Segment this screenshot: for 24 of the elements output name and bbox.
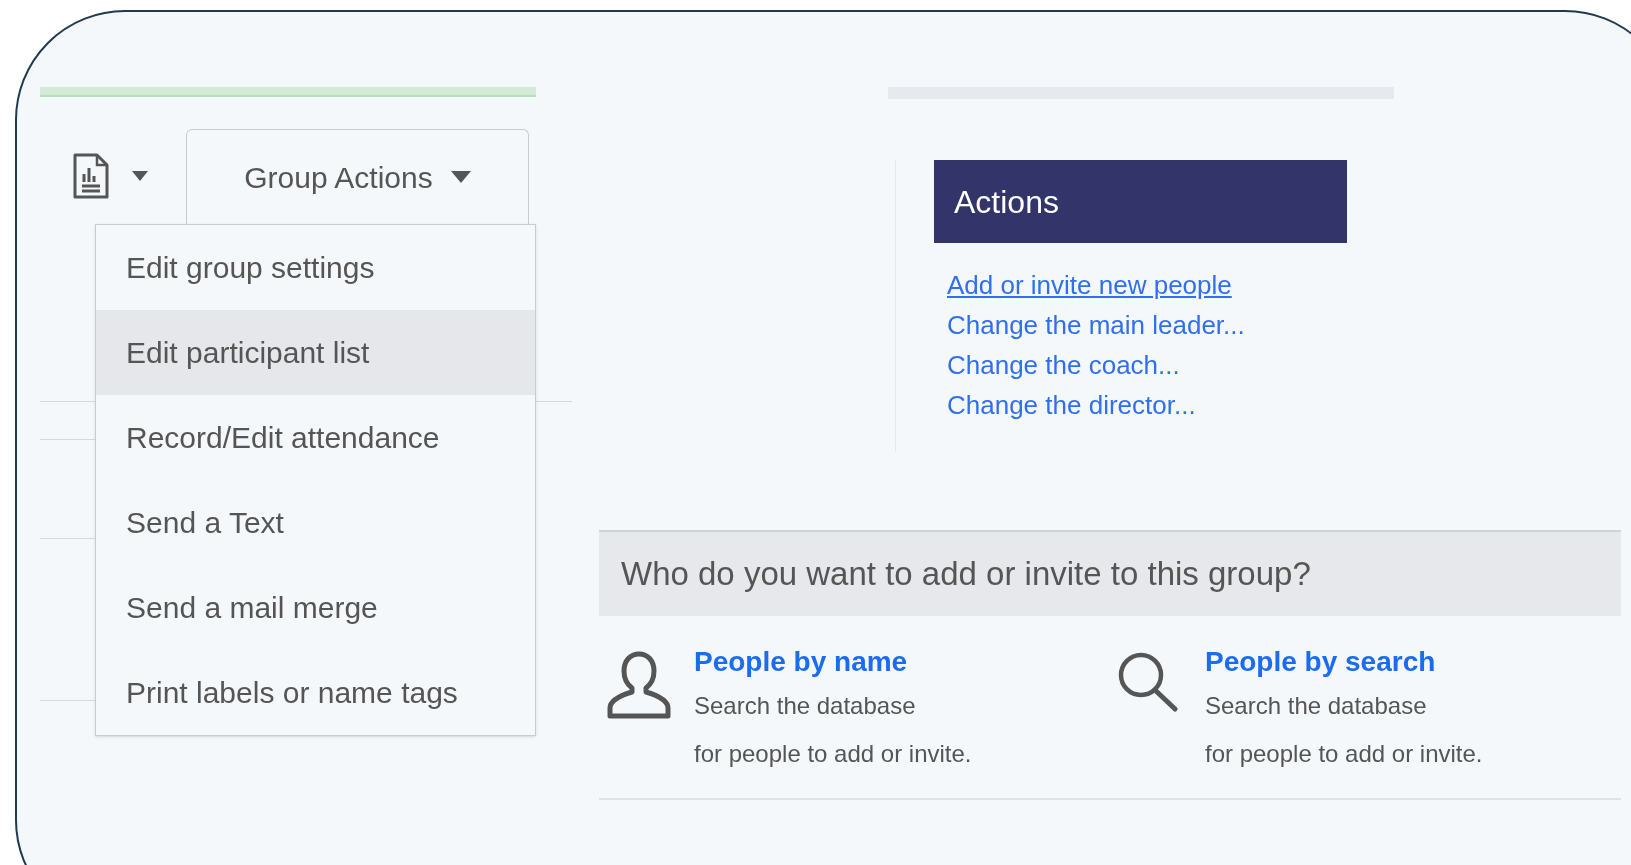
- action-link[interactable]: Change the coach...: [947, 350, 1180, 380]
- person-icon[interactable]: [605, 650, 673, 720]
- action-link[interactable]: Add or invite new people: [947, 270, 1232, 300]
- search-icon[interactable]: [1116, 650, 1180, 712]
- menu-item[interactable]: Print labels or name tags: [96, 650, 535, 735]
- menu-item[interactable]: Record/Edit attendance: [96, 395, 535, 480]
- action-link[interactable]: Change the main leader...: [947, 310, 1245, 340]
- menu-item[interactable]: Edit group settings: [96, 225, 535, 310]
- option-description: Search the database: [1205, 691, 1428, 721]
- option-description: Search the database: [694, 691, 917, 721]
- caret-icon: [450, 171, 471, 183]
- option-description: for people to add or invite.: [1205, 739, 1483, 769]
- action-link[interactable]: Change the director...: [947, 390, 1196, 420]
- menu-item[interactable]: Edit participant list: [96, 310, 535, 395]
- report-icon[interactable]: [72, 152, 110, 200]
- option-title[interactable]: People by search: [1205, 642, 1483, 682]
- menu-item[interactable]: Send a Text: [96, 480, 535, 565]
- caret-icon[interactable]: [132, 171, 148, 181]
- group-actions-button[interactable]: Group Actions: [186, 129, 529, 224]
- question-header: Who do you want to add or invite to this group?: [599, 530, 1621, 616]
- option-description: for people to add or invite.: [694, 739, 972, 769]
- menu-item[interactable]: Send a mail merge: [96, 565, 535, 650]
- option-title[interactable]: People by name: [694, 642, 972, 682]
- actions-header: Actions: [934, 160, 1347, 243]
